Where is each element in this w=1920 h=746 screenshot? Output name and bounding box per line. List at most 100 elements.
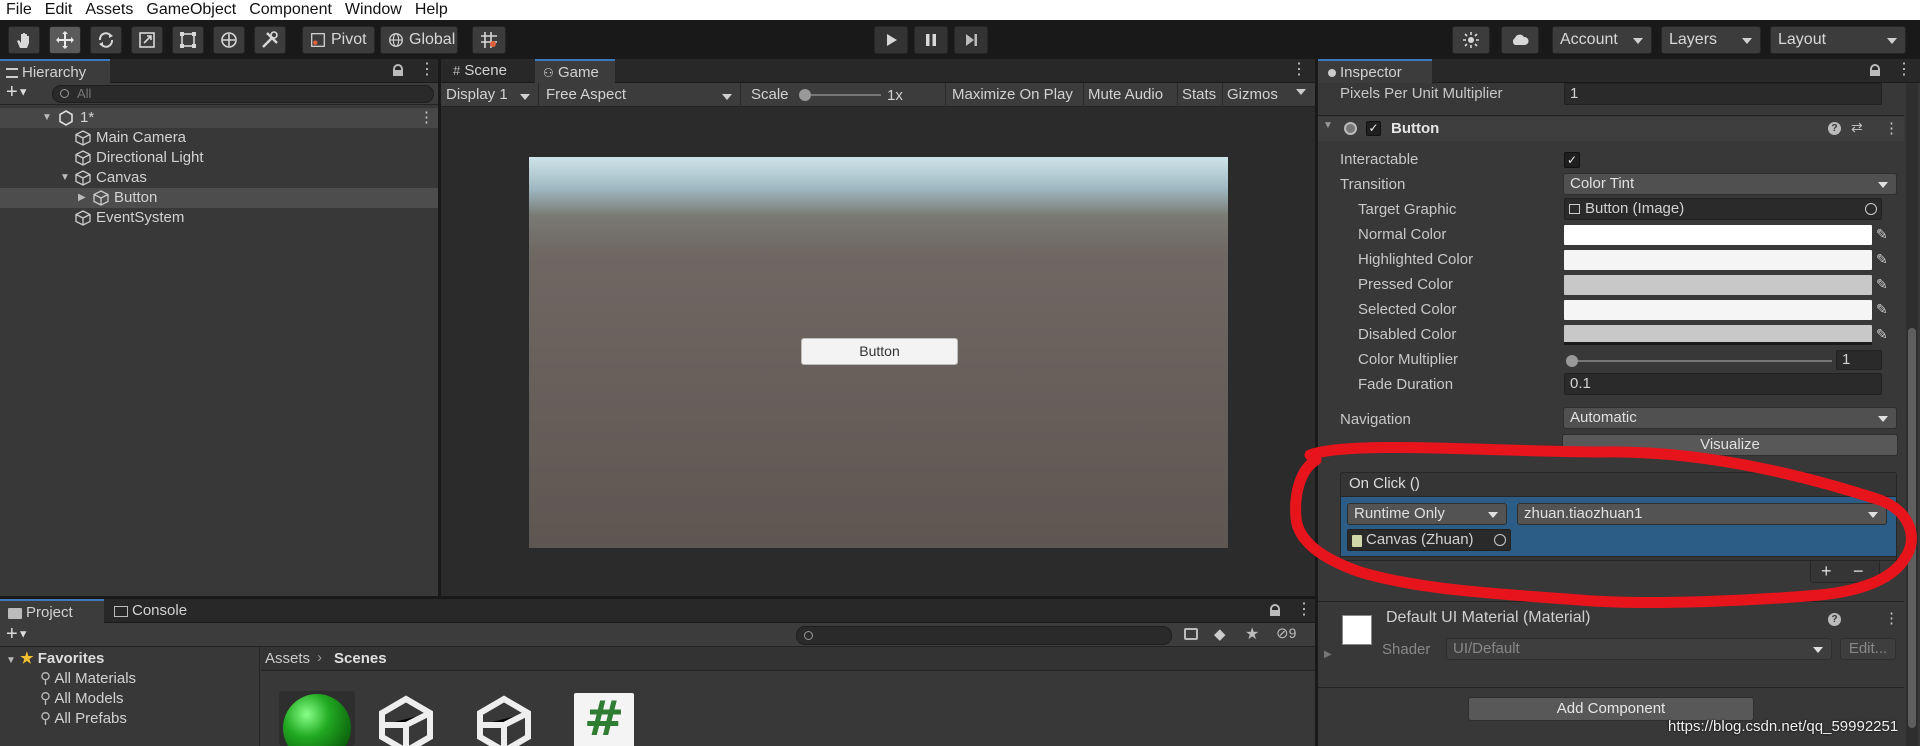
transform-tool-button[interactable] — [213, 26, 245, 54]
enabled-checkbox[interactable]: ✓ — [1366, 121, 1381, 136]
transition-dropdown[interactable]: Color Tint — [1563, 173, 1897, 195]
lock-icon[interactable] — [1870, 64, 1880, 76]
fade-duration-field[interactable]: 0.1 — [1564, 373, 1882, 395]
filter-type-icon[interactable] — [1184, 628, 1198, 640]
scene-more-icon[interactable]: ⋮ — [419, 108, 434, 128]
game-viewport[interactable]: Button — [529, 157, 1228, 548]
grid-snap-button[interactable] — [472, 26, 506, 54]
menu-component[interactable]: Component — [243, 0, 339, 20]
layout-dropdown[interactable]: Layout — [1770, 26, 1906, 54]
lock-icon[interactable] — [393, 64, 403, 76]
label-icon[interactable]: ◆ — [1214, 625, 1226, 643]
breadcrumb-scenes[interactable]: Scenes — [334, 650, 387, 667]
menu-file[interactable]: File — [0, 0, 39, 20]
cloud-button[interactable] — [1501, 26, 1539, 54]
menu-assets[interactable]: Assets — [79, 0, 140, 20]
scene-row[interactable]: ▼ 1* ⋮ — [0, 108, 438, 128]
project-search[interactable] — [796, 626, 1172, 645]
more-icon[interactable]: ⋮ — [1296, 602, 1312, 618]
eyedropper-icon[interactable]: ✎ — [1876, 326, 1894, 344]
menu-help[interactable]: Help — [409, 0, 455, 20]
custom-tool-button[interactable] — [254, 26, 286, 54]
menu-window[interactable]: Window — [339, 0, 409, 20]
breadcrumb-assets[interactable]: Assets — [265, 650, 310, 667]
component-menu-icon[interactable]: ⋮ — [1884, 119, 1899, 137]
collapse-arrow-icon[interactable]: ▶ — [1324, 649, 1332, 660]
hierarchy-item-button[interactable]: ▶ Button — [0, 188, 438, 208]
hierarchy-item-directional-light[interactable]: Directional Light — [0, 148, 438, 168]
pause-button[interactable] — [914, 26, 948, 54]
gizmos-dropdown-icon[interactable] — [1296, 89, 1306, 100]
scale-slider-handle[interactable] — [799, 89, 811, 101]
maximize-on-play-toggle[interactable]: Maximize On Play — [945, 83, 1079, 107]
onclick-event-entry[interactable]: Runtime Only zhuan.tiaozhuan1 Canvas (Zh… — [1340, 496, 1897, 557]
favorite-star-icon[interactable]: ★ — [1245, 624, 1259, 644]
help-icon[interactable]: ? — [1828, 613, 1841, 626]
more-icon[interactable]: ⋮ — [419, 62, 435, 78]
favorites-row[interactable]: ▼ ★ Favorites — [6, 649, 104, 667]
tab-project[interactable]: Project — [0, 599, 104, 623]
eyedropper-icon[interactable]: ✎ — [1876, 276, 1894, 294]
selected-color-field[interactable] — [1564, 300, 1872, 320]
color-multiplier-slider[interactable] — [1566, 355, 1832, 367]
fav-all-prefabs[interactable]: ⚲ All Prefabs — [40, 709, 127, 727]
lock-icon[interactable] — [1270, 604, 1280, 616]
target-object-field[interactable]: Canvas (Zhuan) — [1347, 529, 1511, 551]
fav-all-materials[interactable]: ⚲ All Materials — [40, 669, 136, 687]
expand-arrow-icon[interactable]: ▼ — [1323, 120, 1333, 131]
global-toggle[interactable]: Global — [380, 26, 458, 54]
fav-all-models[interactable]: ⚲ All Models — [40, 689, 124, 707]
services-button[interactable] — [1452, 26, 1490, 54]
normal-color-field[interactable] — [1564, 225, 1872, 245]
tab-hierarchy[interactable]: Hierarchy — [0, 59, 110, 83]
menu-edit[interactable]: Edit — [39, 0, 80, 20]
more-icon[interactable]: ⋮ — [1291, 62, 1307, 78]
mute-audio-toggle[interactable]: Mute Audio — [1083, 83, 1167, 107]
target-graphic-field[interactable]: Button (Image) — [1564, 198, 1882, 220]
csharp-script-asset[interactable]: # — [574, 693, 634, 746]
component-menu-icon[interactable]: ⋮ — [1884, 609, 1899, 627]
function-dropdown[interactable]: zhuan.tiaozhuan1 — [1517, 503, 1887, 525]
tab-scene[interactable]: # Scene — [441, 59, 533, 83]
tab-game[interactable]: ⚇ Game — [535, 59, 615, 83]
navigation-dropdown[interactable]: Automatic — [1563, 407, 1897, 429]
move-tool-button[interactable] — [49, 26, 81, 54]
menu-gameobject[interactable]: GameObject — [140, 0, 243, 20]
create-button[interactable]: +▼ — [6, 623, 29, 646]
play-button[interactable] — [874, 26, 908, 54]
pivot-toggle[interactable]: Pivot — [302, 26, 375, 54]
rotate-tool-button[interactable] — [90, 26, 122, 54]
rect-tool-button[interactable] — [172, 26, 204, 54]
step-button[interactable] — [954, 26, 988, 54]
runtime-mode-dropdown[interactable]: Runtime Only — [1347, 503, 1507, 525]
remove-event-button[interactable]: − — [1853, 561, 1864, 582]
highlighted-color-field[interactable] — [1564, 250, 1872, 270]
disabled-color-field[interactable] — [1564, 325, 1872, 345]
display-dropdown[interactable]: Display 1 — [441, 83, 539, 107]
hidden-packages-icon[interactable]: ⊘9 — [1276, 624, 1296, 642]
hierarchy-item-canvas[interactable]: ▼ Canvas — [0, 168, 438, 188]
add-event-button[interactable]: + — [1821, 561, 1832, 582]
ui-button[interactable]: Button — [801, 338, 958, 365]
hierarchy-item-main-camera[interactable]: Main Camera — [0, 128, 438, 148]
eyedropper-icon[interactable]: ✎ — [1876, 251, 1894, 269]
scale-slider[interactable] — [799, 89, 881, 101]
gizmos-toggle[interactable]: Gizmos — [1222, 83, 1282, 107]
create-button[interactable]: +▼ — [6, 81, 29, 104]
hierarchy-search[interactable]: All — [52, 85, 434, 103]
eyedropper-icon[interactable]: ✎ — [1876, 301, 1894, 319]
object-picker-icon[interactable] — [1494, 534, 1506, 546]
hand-tool-button[interactable] — [8, 26, 40, 54]
tab-inspector[interactable]: Inspector — [1318, 59, 1432, 83]
more-icon[interactable]: ⋮ — [1896, 62, 1912, 78]
unity-asset-icon[interactable] — [376, 695, 436, 746]
account-dropdown[interactable]: Account — [1552, 26, 1652, 54]
expand-arrow-icon[interactable]: ▼ — [60, 168, 70, 188]
tab-console[interactable]: Console — [106, 599, 206, 623]
aspect-dropdown[interactable]: Free Aspect — [541, 83, 741, 107]
button-component-header[interactable]: ▼ ✓ Button ? ⇄ ⋮ — [1318, 117, 1904, 141]
collapse-arrow-icon[interactable]: ▶ — [78, 188, 86, 208]
object-picker-icon[interactable] — [1865, 203, 1877, 215]
preset-icon[interactable]: ⇄ — [1851, 119, 1863, 136]
inspector-scrollbar[interactable] — [1906, 83, 1918, 746]
